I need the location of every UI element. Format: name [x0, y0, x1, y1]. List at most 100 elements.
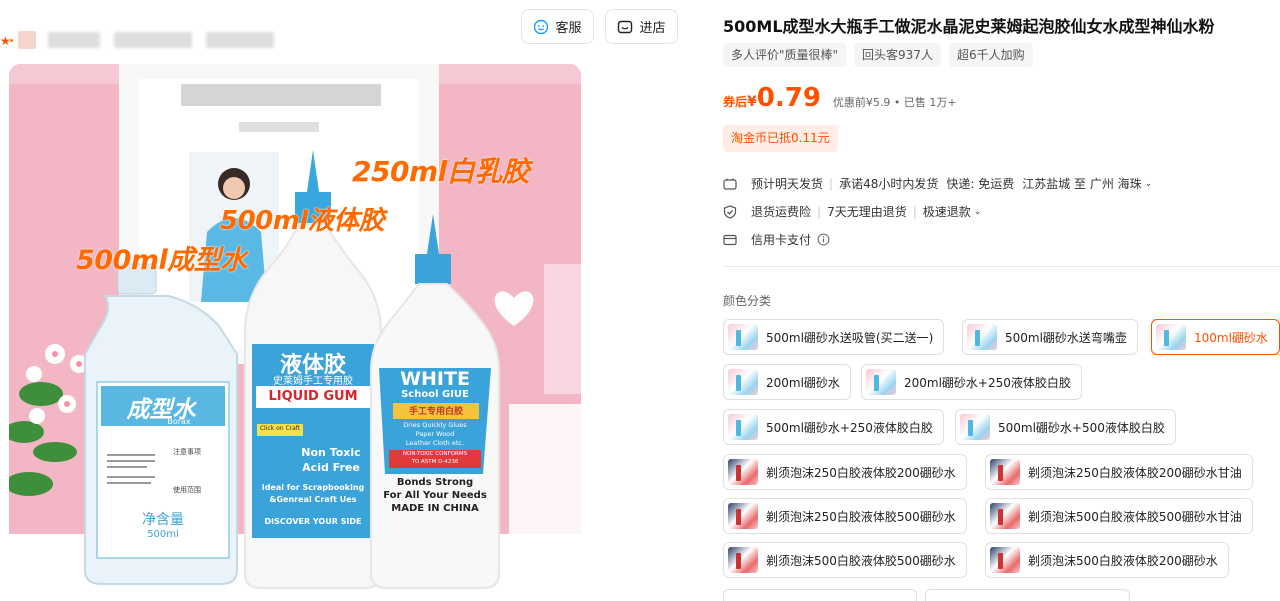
sku-option-label: 200ml硼砂水 — [766, 375, 840, 390]
price-prefix: 券后 — [723, 95, 748, 109]
sku-option-label: 500ml硼砂水+500液体胶白胶 — [998, 420, 1165, 435]
sku-thumbnail — [728, 414, 758, 440]
price-value: 0.79 — [756, 83, 821, 113]
tag-review[interactable]: 多人评价"质量很棒" — [723, 43, 847, 67]
shop-name-blurred — [206, 32, 274, 48]
product-tags: 多人评价"质量很棒" 回头客937人 超6千人加购 — [723, 43, 1033, 67]
sku-thumbnail — [728, 547, 758, 573]
annotation-500ml-liquid-glue: 500ml液体胶 — [220, 206, 385, 236]
sku-option[interactable]: 剃须泡沫500白胶液体胶500硼砂水甘油 — [985, 498, 1253, 534]
sku-option[interactable]: 500ml硼砂水+500液体胶白胶 — [955, 409, 1176, 445]
bottle3-title: WHITE — [400, 368, 470, 390]
bottle1-usage: 使用范围 — [173, 486, 201, 494]
sku-option-label: 500ml硼砂水送弯嘴壶 — [1005, 330, 1127, 345]
sku-option[interactable]: 剃须泡沫250白胶液体胶200硼砂水 — [723, 454, 967, 490]
bottle1-volume: 500ml — [147, 529, 179, 540]
smile-chat-icon — [534, 19, 549, 34]
bottle2-subtitle: 史莱姆手工专用胶 — [273, 376, 353, 387]
sku-option-label: 剃须泡沫500白胶液体胶500硼砂水甘油 — [1028, 509, 1242, 524]
sku-thumbnail — [1156, 324, 1186, 350]
sku-thumbnail — [866, 369, 896, 395]
bottle3-line1: Dries Quickly Glues — [403, 421, 467, 429]
bottle2-name: LIQUID GUM — [268, 389, 358, 404]
info-icon[interactable] — [817, 233, 830, 246]
sku-option[interactable]: 200ml硼砂水 — [723, 364, 851, 400]
bottle3-cn: 手工专用白胶 — [408, 407, 463, 417]
payment-row[interactable]: 信用卡支付 — [723, 231, 830, 248]
shop-avatar — [18, 31, 36, 49]
bottle1-net-content: 净含量 — [142, 512, 184, 528]
shipping-eta: 预计明天发货 — [751, 177, 824, 191]
sku-option[interactable]: 剃须泡沫250白胶液体胶200硼砂水甘油 — [985, 454, 1253, 490]
shop-header[interactable]: ★ — [0, 28, 290, 56]
shipping-promise: 承诺48小时内发货 — [839, 177, 939, 191]
chevron-down-icon[interactable]: ⌄ — [1145, 179, 1153, 189]
chevron-down-icon[interactable]: ⌄ — [974, 207, 982, 217]
sku-thumbnail — [967, 324, 997, 350]
customer-service-label: 客服 — [555, 21, 582, 36]
sku-thumbnail — [990, 503, 1020, 529]
sku-option-label: 剃须泡沫250白胶液体胶200硼砂水甘油 — [1028, 465, 1242, 480]
product-main-image[interactable]: 250ml白乳胶 500ml液体胶 500ml成型水 成型水 Borax 注意事… — [9, 64, 581, 601]
bottle2-line3: Ideal for Scrapbooking — [261, 483, 365, 492]
sku-thumbnail — [960, 414, 990, 440]
shop-name-blurred — [114, 32, 192, 48]
sku-option-selected[interactable]: 100ml硼砂水 — [1151, 319, 1280, 355]
sku-thumbnail — [728, 503, 758, 529]
shop-name-blurred — [48, 32, 100, 48]
product-title: 500ML成型水大瓶手工做泥水晶泥史莱姆起泡胶仙女水成型神仙水粉 — [723, 17, 1215, 36]
sku-option-label: 500ml硼砂水+250液体胶白胶 — [766, 420, 933, 435]
bottle3-line3: Leather Cloth etc. — [405, 439, 465, 447]
sku-option[interactable]: 剃须泡沫500白胶液体胶200硼砂水 — [985, 542, 1229, 578]
divider — [723, 266, 1280, 267]
refund-fast: 极速退款 — [922, 205, 971, 219]
bottle3-line2: Paper Wood — [415, 430, 455, 438]
sku-option-cutoff[interactable] — [925, 589, 1130, 601]
sku-thumbnail — [728, 369, 758, 395]
enter-store-button[interactable]: 进店 — [605, 9, 678, 44]
sku-option[interactable]: 500ml硼砂水送弯嘴壶 — [962, 319, 1138, 355]
sku-option-label: 200ml硼砂水+250液体胶白胶 — [904, 375, 1071, 390]
sku-option[interactable]: 剃须泡沫250白胶液体胶500硼砂水 — [723, 498, 967, 534]
tag-repeat-buyers[interactable]: 回头客937人 — [854, 43, 941, 67]
bottle1-note: 注意事项 — [173, 448, 201, 456]
sku-option[interactable]: 200ml硼砂水+250液体胶白胶 — [861, 364, 1082, 400]
delivery-icon — [723, 178, 737, 190]
sku-option-label: 剃须泡沫250白胶液体胶200硼砂水 — [766, 465, 956, 480]
bottle3-line8: MADE IN CHINA — [391, 503, 479, 514]
sku-option[interactable]: 500ml硼砂水送吸管(买二送一) — [723, 319, 945, 355]
return-insurance: 退货运费险 — [751, 205, 812, 219]
sku-option[interactable]: 剃须泡沫500白胶液体胶500硼砂水 — [723, 542, 967, 578]
coin-discount-badge: 淘金币已抵0.11元 — [723, 125, 838, 152]
sku-thumbnail — [990, 459, 1020, 485]
sku-thumbnail — [990, 547, 1020, 573]
bottle2-line4: &Genreal Craft Ues — [269, 495, 357, 504]
sku-option-label: 剃须泡沫500白胶液体胶500硼砂水 — [766, 553, 956, 568]
customer-service-button[interactable]: 客服 — [521, 9, 594, 44]
shipping-row[interactable]: 预计明天发货 | 承诺48小时内发货 快递: 免运费 江苏盐城 至 广州 海珠 … — [723, 175, 1152, 192]
tag-cart-adds[interactable]: 超6千人加购 — [948, 43, 1033, 67]
dot-icon — [10, 39, 13, 42]
bottle3-subtitle: School GIUE — [401, 389, 469, 400]
sku-option-label: 100ml硼砂水 — [1194, 330, 1268, 345]
bottle3-line6: Bonds Strong — [396, 477, 474, 488]
credit-card-icon — [723, 234, 737, 245]
bottle3-line4: NON-TOXIC CONFORMS — [402, 451, 468, 457]
return-no-reason: 7天无理由退货 — [827, 205, 907, 219]
price-row: 券后 ¥ 0.79 优惠前¥5.9 • 已售 1万+ — [723, 83, 957, 117]
sku-option-label: 剃须泡沫500白胶液体胶200硼砂水 — [1028, 553, 1218, 568]
sku-option-cutoff[interactable] — [723, 589, 917, 601]
sku-option-label: 500ml硼砂水送吸管(买二送一) — [766, 330, 934, 345]
returns-row[interactable]: 退货运费险 | 7天无理由退货 | 极速退款 ⌄ — [723, 203, 981, 220]
bottle2-tag: Click on Craft — [259, 425, 301, 432]
bottle3-line7: For All Your Needs — [383, 490, 487, 501]
sku-option[interactable]: 500ml硼砂水+250液体胶白胶 — [723, 409, 944, 445]
bottle3-line5: TO ASTM D-4236 — [411, 459, 459, 465]
store-icon — [618, 20, 633, 33]
sku-thumbnail — [728, 459, 758, 485]
annotation-250ml-glue: 250ml白乳胶 — [352, 155, 530, 188]
price-meta: 优惠前¥5.9 • 已售 1万+ — [832, 96, 957, 109]
bottle2-line5: DISCOVER YOUR SIDE — [264, 517, 362, 526]
bottle1-subtitle: Borax — [167, 417, 191, 426]
sku-group-label: 颜色分类 — [723, 294, 772, 308]
